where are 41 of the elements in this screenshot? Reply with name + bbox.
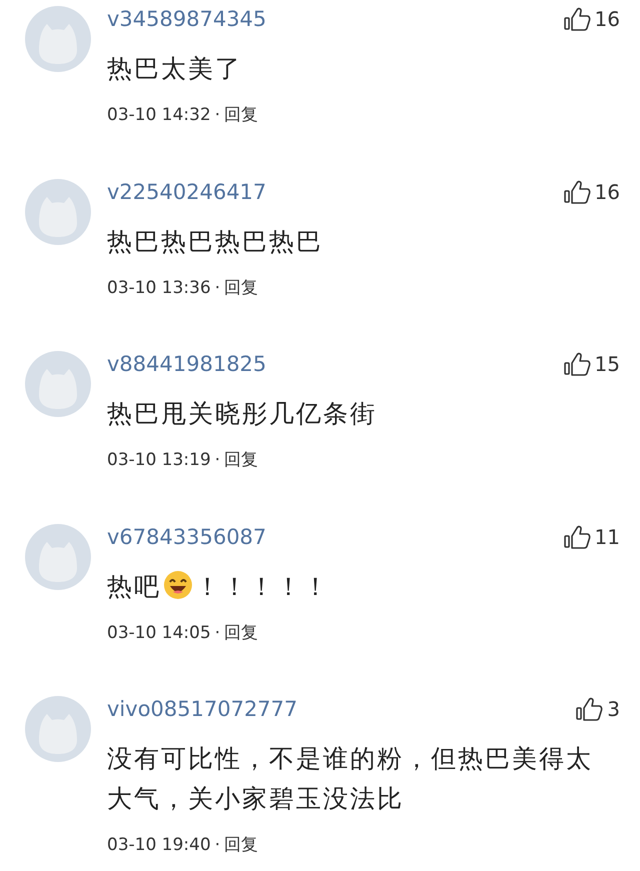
thumbs-up-icon [564, 352, 591, 376]
username-link[interactable]: v88441981825 [107, 350, 266, 378]
timestamp: 03-10 14:05 [107, 622, 211, 644]
thumbs-up-icon [576, 697, 604, 721]
like-button[interactable]: 15 [564, 349, 620, 379]
separator-dot: · [214, 449, 220, 472]
separator-dot: · [214, 276, 220, 300]
separator-dot: · [214, 104, 220, 127]
reply-button[interactable]: 回复 [224, 103, 258, 128]
thumbs-up-icon [564, 180, 591, 204]
avatar-icon[interactable] [25, 696, 91, 762]
avatar-icon[interactable] [25, 524, 91, 590]
thumbs-up-icon [564, 524, 591, 548]
avatar-icon[interactable] [25, 351, 91, 417]
timestamp: 03-10 13:36 [107, 276, 211, 300]
comment-text: 热巴热巴热巴热巴 [107, 226, 324, 258]
reply-button[interactable]: 回复 [224, 620, 258, 646]
like-button[interactable]: 3 [576, 694, 620, 724]
comment-text: 没有可比性，不是谁的粉，但热巴美得太大气，关小家碧玉没法比 [107, 743, 594, 815]
timestamp: 03-10 14:32 [107, 104, 211, 127]
grinning-face-emoji-icon [163, 570, 193, 600]
reply-button[interactable]: 回复 [224, 448, 258, 474]
username-link[interactable]: v67843356087 [107, 522, 266, 550]
like-button[interactable]: 11 [564, 522, 620, 552]
username-link[interactable]: vivo08517072777 [107, 695, 298, 723]
reply-button[interactable]: 回复 [224, 276, 258, 301]
like-button[interactable]: 16 [564, 4, 620, 34]
thumbs-up-icon [564, 7, 591, 31]
username-link[interactable]: v34589874345 [107, 5, 266, 33]
comment-text: 热吧 ！！！！！ [107, 568, 331, 602]
reply-button[interactable]: 回复 [224, 833, 258, 858]
separator-dot: · [214, 834, 220, 857]
comment-text: 热巴甩关晓彤几亿条街 [107, 398, 378, 430]
timestamp: 03-10 19:40 [107, 834, 211, 857]
username-link[interactable]: v22540246417 [107, 178, 266, 206]
avatar-icon[interactable] [25, 6, 91, 72]
comment-text: 热巴太美了 [107, 53, 243, 85]
timestamp: 03-10 13:19 [107, 449, 211, 472]
separator-dot: · [214, 622, 220, 644]
like-button[interactable]: 16 [564, 176, 620, 206]
avatar-icon[interactable] [25, 178, 91, 244]
